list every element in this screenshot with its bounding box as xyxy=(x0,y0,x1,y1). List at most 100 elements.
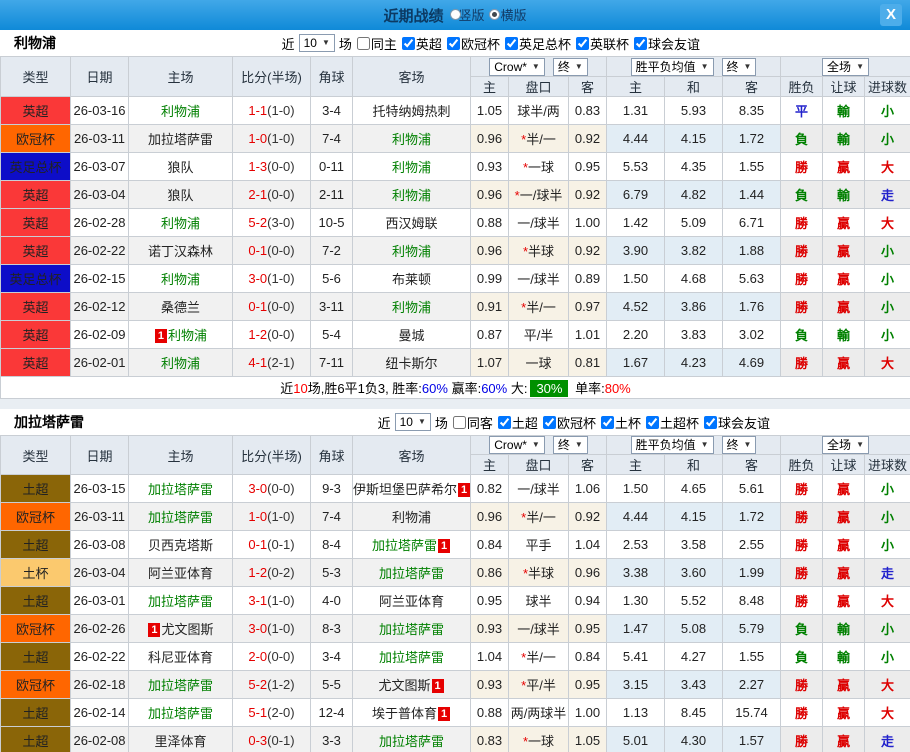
corners: 3-3 xyxy=(311,727,353,752)
halftime-score: (0-0) xyxy=(267,243,294,258)
avg-away: 2.55 xyxy=(723,531,781,559)
column-header: 让球 xyxy=(823,77,865,97)
home-team-name: 尤文图斯 xyxy=(161,622,213,637)
away-team-name: 伊斯坦堡巴萨希尔 xyxy=(353,482,457,497)
league-checkbox[interactable] xyxy=(576,37,589,50)
same-venue-checkbox[interactable] xyxy=(357,37,370,50)
home-team: 加拉塔萨雷 xyxy=(129,475,233,503)
league-checkbox[interactable] xyxy=(704,416,717,429)
home-team-name: 加拉塔萨雷 xyxy=(148,132,213,147)
odds-source-select[interactable]: Crow*▼ xyxy=(489,58,545,76)
match-date: 26-02-18 xyxy=(71,671,129,699)
filter-near-label: 近 xyxy=(282,34,295,53)
result-goals: 大 xyxy=(865,349,910,377)
fulltime-score: 4-1 xyxy=(248,355,267,370)
column-header: 类型 xyxy=(1,436,71,475)
away-team-name: 利物浦 xyxy=(392,510,431,525)
home-odds: 1.07 xyxy=(471,349,509,377)
layout-radio-horizontal[interactable] xyxy=(489,9,500,20)
avg-final-select[interactable]: 终▼ xyxy=(722,58,757,76)
result-goals: 小 xyxy=(865,615,910,643)
column-header: 主 xyxy=(471,77,509,97)
table-row: 英足总杯26-03-07狼队1-3(0-0)0-11利物浦0.93*一球0.95… xyxy=(1,153,910,181)
column-header: 胜负 xyxy=(781,455,823,475)
avg-draw: 4.27 xyxy=(665,643,723,671)
home-team: 狼队 xyxy=(129,181,233,209)
close-icon[interactable]: X xyxy=(880,4,902,26)
score: 0-1(0-0) xyxy=(233,293,311,321)
odds-final-select[interactable]: 终▼ xyxy=(553,58,588,76)
score: 5-2(1-2) xyxy=(233,671,311,699)
league-checkbox[interactable] xyxy=(402,37,415,50)
fullmatch-select[interactable]: 全场▼ xyxy=(822,436,869,454)
match-date: 26-02-12 xyxy=(71,293,129,321)
match-filter: 近10▼场同主英超欧冠杯英足总杯英联杯球会友谊 xyxy=(282,34,700,53)
table-row: 英足总杯26-02-15利物浦3-0(1-0)5-6布莱顿0.99一/球半0.8… xyxy=(1,265,910,293)
league-checkbox[interactable] xyxy=(646,416,659,429)
score: 3-0(0-0) xyxy=(233,475,311,503)
column-header: 客 xyxy=(723,455,781,475)
home-team: 加拉塔萨雷 xyxy=(129,125,233,153)
section-header: 加拉塔萨雷近10▼场同客土超欧冠杯土杯土超杯球会友谊 xyxy=(0,409,910,435)
league-checkbox[interactable] xyxy=(505,37,518,50)
column-header: 角球 xyxy=(311,57,353,97)
match-count-select[interactable]: 10▼ xyxy=(299,34,335,52)
result-handicap: 贏 xyxy=(823,475,865,503)
summary-part: 近 xyxy=(280,381,293,396)
away-odds: 0.96 xyxy=(569,559,607,587)
away-team: 埃于普体育1 xyxy=(353,699,471,727)
select-value: 10 xyxy=(400,415,413,429)
away-team: 加拉塔萨雷1 xyxy=(353,531,471,559)
odds-source-select[interactable]: Crow*▼ xyxy=(489,436,545,454)
filter-unit-label: 场 xyxy=(435,413,448,432)
league-badge: 英超 xyxy=(1,237,71,265)
avg-source-select[interactable]: 胜平负均值▼ xyxy=(631,436,714,454)
result-outcome: 勝 xyxy=(781,531,823,559)
result-handicap: 贏 xyxy=(823,349,865,377)
fullmatch-select[interactable]: 全场▼ xyxy=(822,58,869,76)
summary-part: 60% xyxy=(481,381,507,396)
match-count-select[interactable]: 10▼ xyxy=(395,413,431,431)
score: 1-2(0-2) xyxy=(233,559,311,587)
avg-away: 4.69 xyxy=(723,349,781,377)
score: 1-0(1-0) xyxy=(233,503,311,531)
away-team-name: 加拉塔萨雷 xyxy=(379,734,444,749)
match-date: 26-02-15 xyxy=(71,265,129,293)
table-row: 欧冠杯26-02-261尤文图斯3-0(1-0)8-3加拉塔萨雷0.93一/球半… xyxy=(1,615,910,643)
result-outcome: 負 xyxy=(781,615,823,643)
home-team: 狼队 xyxy=(129,153,233,181)
fulltime-score: 5-2 xyxy=(248,215,267,230)
handicap-value: 一/球半 xyxy=(520,188,563,203)
match-date: 26-02-08 xyxy=(71,727,129,752)
odds-final-select[interactable]: 终▼ xyxy=(553,436,588,454)
same-venue-checkbox[interactable] xyxy=(453,416,466,429)
column-header: 客 xyxy=(569,77,607,97)
league-checkbox[interactable] xyxy=(634,37,647,50)
league-checkbox[interactable] xyxy=(498,416,511,429)
league-badge: 欧冠杯 xyxy=(1,503,71,531)
chevron-down-icon: ▼ xyxy=(701,438,709,452)
handicap: 两/两球半 xyxy=(509,699,569,727)
match-filter: 近10▼场同客土超欧冠杯土杯土超杯球会友谊 xyxy=(378,413,770,432)
avg-final-select[interactable]: 终▼ xyxy=(722,436,757,454)
result-goals: 大 xyxy=(865,699,910,727)
fulltime-score: 3-0 xyxy=(248,271,267,286)
summary-part: 赢率: xyxy=(448,381,481,396)
league-checkbox[interactable] xyxy=(543,416,556,429)
home-team: 阿兰亚体育 xyxy=(129,559,233,587)
corners: 8-3 xyxy=(311,615,353,643)
league-checkbox[interactable] xyxy=(447,37,460,50)
result-outcome: 勝 xyxy=(781,153,823,181)
result-outcome: 負 xyxy=(781,321,823,349)
avg-away: 1.57 xyxy=(723,727,781,752)
layout-radio-label: 横版 xyxy=(501,8,527,23)
chevron-down-icon: ▼ xyxy=(532,438,540,452)
avg-home: 1.50 xyxy=(607,475,665,503)
avg-source-select[interactable]: 胜平负均值▼ xyxy=(631,58,714,76)
league-badge: 土超 xyxy=(1,643,71,671)
score: 1-3(0-0) xyxy=(233,153,311,181)
matches-table: 类型日期主场比分(半场)角球客场Crow*▼终▼胜平负均值▼终▼全场▼主盘口客主… xyxy=(0,56,910,399)
league-checkbox[interactable] xyxy=(601,416,614,429)
score: 3-1(1-0) xyxy=(233,587,311,615)
corners: 7-2 xyxy=(311,237,353,265)
